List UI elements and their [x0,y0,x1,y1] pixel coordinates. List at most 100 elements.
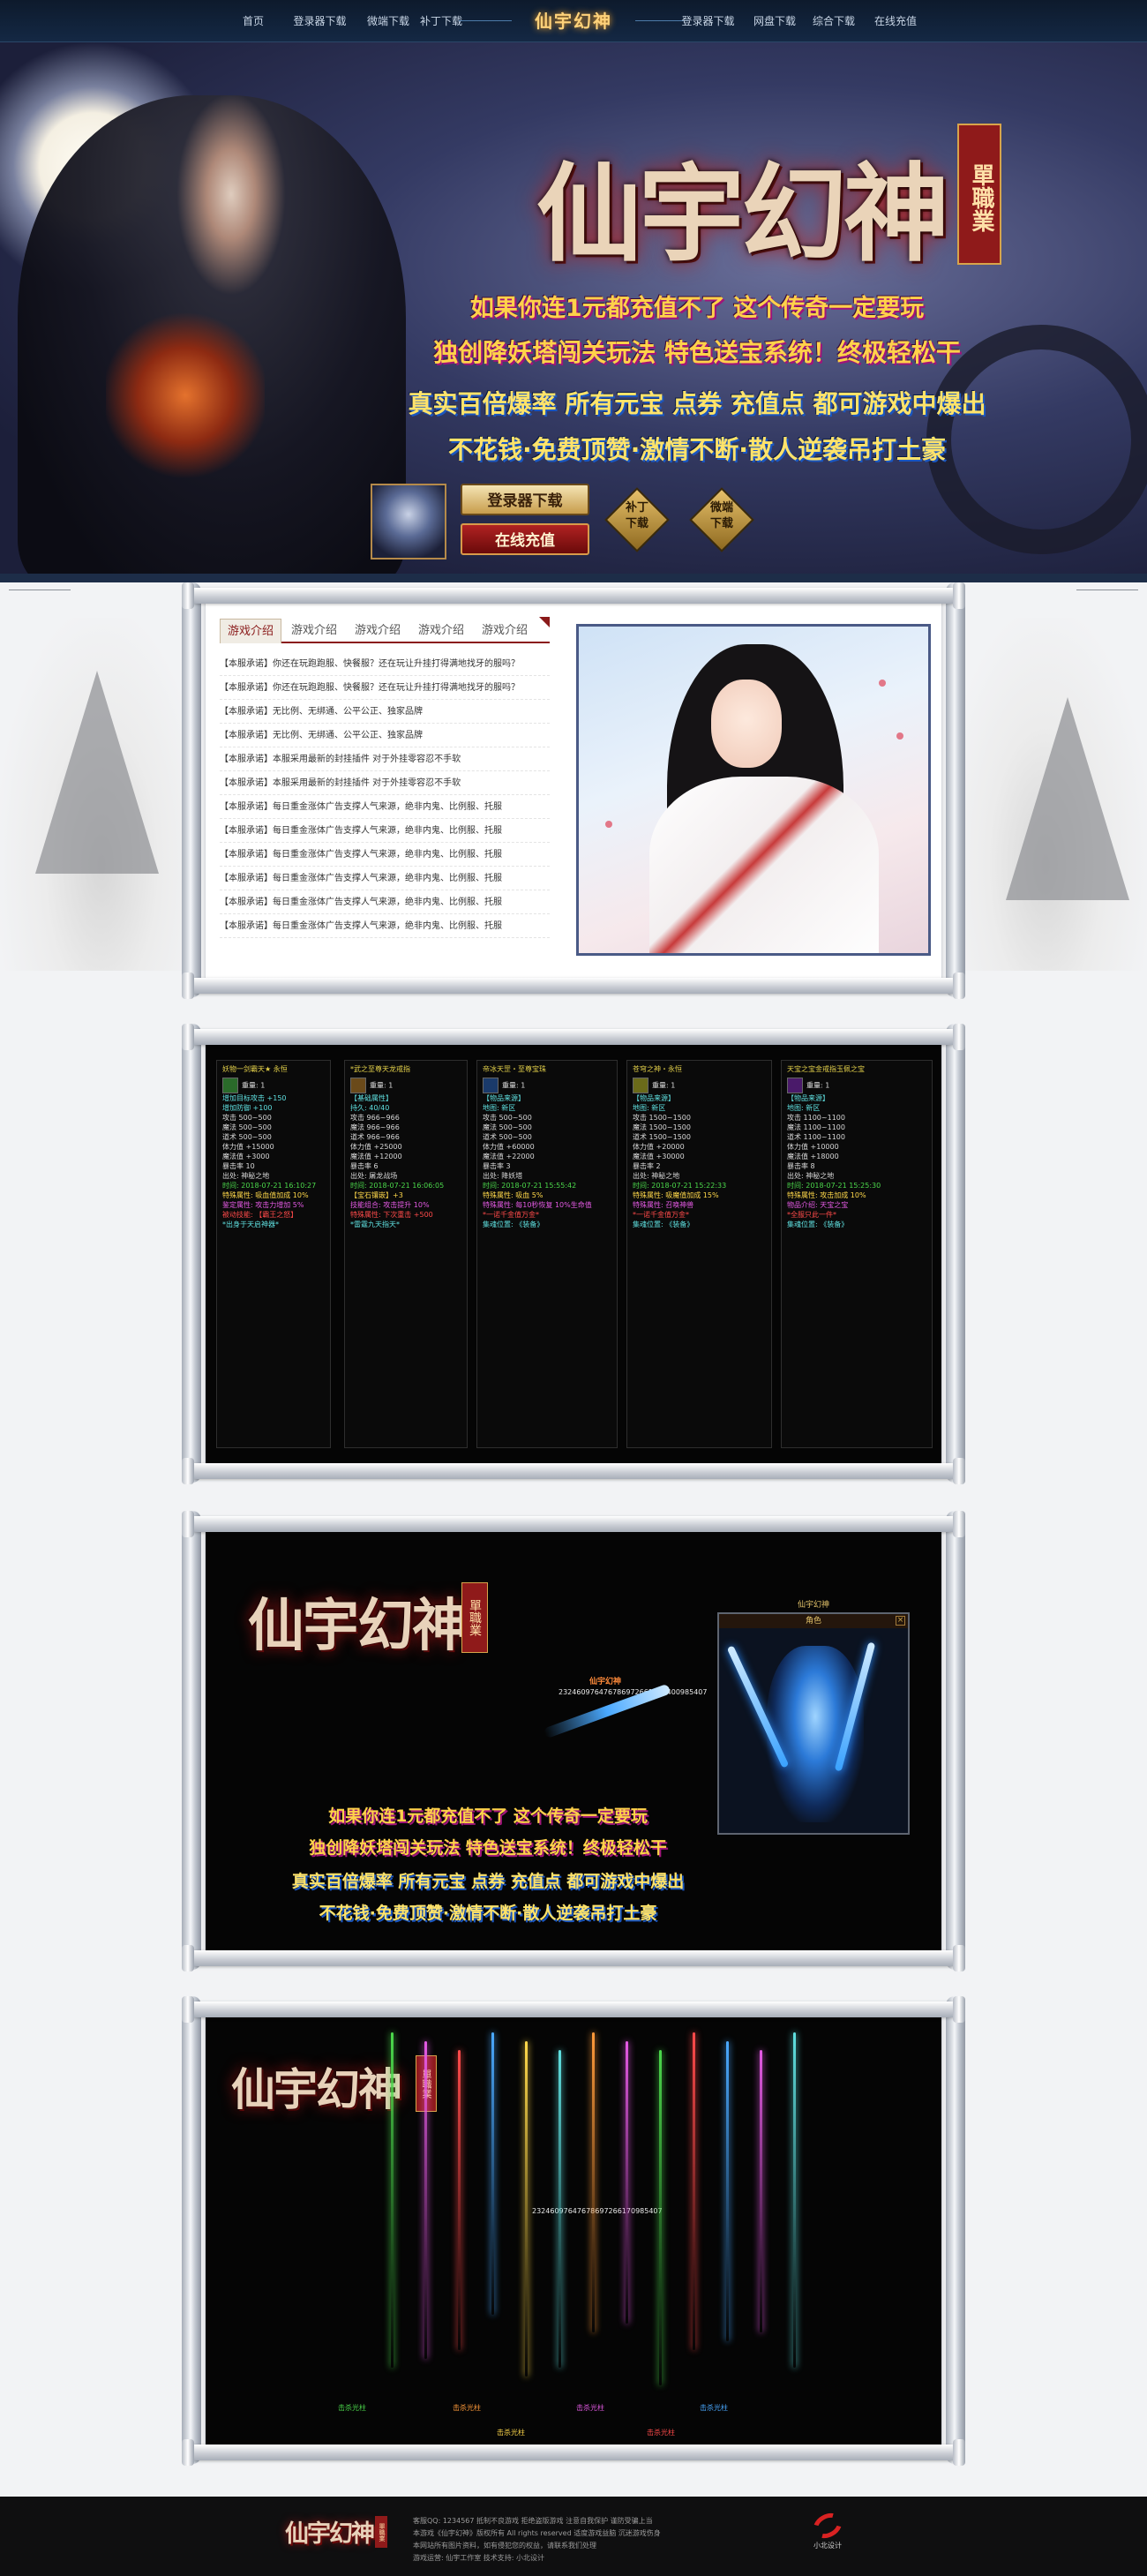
item-stat-line: 体力值 +25000 [350,1143,402,1151]
microclient-download-button[interactable]: 微端 下载 [689,487,754,552]
item-stat-line: 攻击 966~966 [350,1114,400,1122]
scroll-pole-left [182,1024,201,1483]
light-beam-effect [760,2050,762,2332]
scroll-rod-bottom [182,1458,965,1484]
item-stat-line: 魔法 1100~1100 [787,1123,845,1131]
nav-netdisk-download[interactable]: 网盘下载 [748,0,801,42]
heroine-portrait [576,624,931,956]
item-tail-line: 时间: 2018-07-21 15:25:30 [787,1182,881,1190]
scroll-rod-bottom [182,973,965,999]
news-item[interactable]: 【本服承诺】无比例、无绑通、公平公正、独家品牌 [220,724,550,747]
item-extra-line: 地图: 新区 [483,1104,516,1112]
item-stat-line: 魔法 500~500 [483,1123,532,1131]
launcher-download-button[interactable]: 登录器下载 [461,484,589,515]
item-stat-line: 体力值 +20000 [633,1143,685,1151]
light-beam-effect [659,2050,662,2385]
item-cards: 妖物一剑霸天★ 永恒 重量: 1 增加目标攻击 +150 增加防御 +100 攻击 50… [216,1060,933,1448]
nav-logo[interactable]: 仙宇幻神 [512,4,635,39]
item-stat-line: 魔法 500~500 [222,1123,272,1131]
item-card: 妖物一剑霸天★ 永恒 重量: 1 增加目标攻击 +150 增加防御 +100 攻击 50… [216,1060,331,1448]
designer-brand[interactable]: 小北设计 [801,2508,854,2558]
online-recharge-button[interactable]: 在线充值 [461,523,589,555]
nav-microclient-download[interactable]: 微端下载 [362,0,415,42]
promo-seal: 單職業 [461,1582,488,1653]
news-item[interactable]: 【本服承诺】每日重金涨体广告支撑人气来源，绝非内鬼、比例服、托服 [220,914,550,938]
light-beam-effect [726,2041,729,2341]
item-title: 妖物一剑霸天★ 永恒 [222,1065,288,1073]
item-stat-line: 道术 966~966 [350,1133,400,1141]
petal [605,821,612,828]
item-stat-line: 体力值 +15000 [222,1143,274,1151]
tab-game-intro-3[interactable]: 游戏介绍 [347,619,409,643]
hero-avatar [371,484,446,560]
item-stat-line: 暴击率 8 [787,1162,815,1170]
nav-launcher-download[interactable]: 登录器下载 [287,0,353,42]
petal [879,680,886,687]
patch-download-button[interactable]: 补丁 下载 [604,487,670,552]
item-tail-line: 时间: 2018-07-21 15:22:33 [633,1182,727,1190]
tab-game-intro-5[interactable]: 游戏介绍 [474,619,536,643]
news-item[interactable]: 【本服承诺】无比例、无绑通、公平公正、独家品牌 [220,700,550,724]
item-title: *武之至尊天龙戒指 [350,1065,410,1073]
nav-online-recharge[interactable]: 在线充值 [869,0,922,42]
item-tail-line: 出处: 降妖塔 [483,1172,523,1180]
news-item[interactable]: 【本服承诺】每日重金涨体广告支撑人气来源，绝非内鬼、比例服、托服 [220,843,550,867]
effect-label: 击杀光柱 [338,2404,366,2412]
promo-nametag: 仙宇幻神 [589,1678,622,1686]
scroll-pole-left [182,582,201,997]
tab-game-intro-1[interactable]: 游戏介绍 [220,619,281,643]
effects-paper: 仙宇幻神 單職業 23246097647678697266170985407 击… [205,2014,942,2446]
nav-launcher-download-2[interactable]: 登录器下载 [675,0,741,42]
close-icon[interactable]: × [896,1616,905,1626]
item-tail-line: 【宝石镶嵌】+3 [350,1191,403,1199]
item-extra-line: 【基础属性】 [350,1094,393,1102]
nav-home[interactable]: 首页 [231,0,275,42]
hero-seal: 單職業 [957,124,1001,265]
item-tail-line: *出身于天启神器* [222,1220,279,1228]
item-icon [633,1078,648,1093]
item-stat-line: 魔法 1500~1500 [633,1123,691,1131]
item-tail-line: 特殊属性: 吸魔值加成 15% [633,1191,719,1199]
item-icon [222,1078,238,1093]
effect-label: 击杀光柱 [647,2429,675,2437]
item-stat-line: 魔法值 +30000 [633,1153,685,1160]
item-title: 苍穹之神・永恒 [633,1065,682,1073]
item-tail-line: 出处: 屠龙战场 [350,1172,398,1180]
light-beam-effect [559,2050,561,2368]
news-item[interactable]: 【本服承诺】你还在玩跑跑服、快餐服？还在玩让升挂打得满地找牙的服吗？ [220,676,550,700]
light-beam-effect [458,2050,461,2350]
light-beam-effect [592,2032,595,2332]
item-tail-line: 物品介绍: 天宝之宝 [787,1201,849,1209]
item-stat-line: 魔法值 +3000 [222,1153,270,1160]
news-item[interactable]: 【本服承诺】本服采用最新的封挂插件 对于外挂零容忍不手软 [220,771,550,795]
news-item[interactable]: 【本服承诺】每日重金涨体广告支撑人气来源，绝非内鬼、比例服、托服 [220,795,550,819]
news-item[interactable]: 【本服承诺】每日重金涨体广告支撑人气来源，绝非内鬼、比例服、托服 [220,890,550,914]
item-tail-line: 时间: 2018-07-21 15:55:42 [483,1182,577,1190]
hero-game-title: 仙宇幻神 [536,152,949,276]
promo-slogan-1: 如果你连1元都充值不了 这个传奇一定要玩 [328,1806,648,1826]
tab-game-intro-4[interactable]: 游戏介绍 [410,619,472,643]
item-stat-line: 暴击率 6 [350,1162,379,1170]
news-item[interactable]: 【本服承诺】每日重金涨体广告支撑人气来源，绝非内鬼、比例服、托服 [220,819,550,843]
footer-text-line: 本网站所有图片资料，如有侵犯您的权益，请联系我们处理 [413,2542,596,2550]
news-item[interactable]: 【本服承诺】每日重金涨体广告支撑人气来源，绝非内鬼、比例服、托服 [220,867,550,890]
item-extra-line: 【物品来源】 [787,1094,829,1102]
news-item[interactable]: 【本服承诺】本服采用最新的封挂插件 对于外挂零容忍不手软 [220,747,550,771]
items-scroll-panel: 妖物一剑霸天★ 永恒 重量: 1 增加目标攻击 +150 增加防御 +100 攻击 50… [182,1024,965,1484]
item-tail-line: 集魂位置: 《装备》 [787,1220,849,1228]
nav-all-downloads[interactable]: 综合下载 [807,0,860,42]
patch-label-1: 补丁 [625,501,648,514]
light-beam-effect [793,2032,796,2368]
promo-slogan-4: 不花钱·免费顶赞·激情不断·散人逆袭吊打土豪 [319,1904,657,1923]
item-stat-line: 暴击率 3 [483,1162,511,1170]
character-window-title: 角色 [719,1614,908,1628]
item-tail-line: 集魂位置: 《装备》 [483,1220,544,1228]
item-tail-line: 特殊属性: 攻击加成 10% [787,1191,866,1199]
item-tail-line: 集魂位置: 《装备》 [633,1220,694,1228]
nav-patch-download[interactable]: 补丁下载 [415,0,468,42]
patch-label-2: 下载 [625,517,648,530]
tab-game-intro-2[interactable]: 游戏介绍 [283,619,345,643]
news-item[interactable]: 【本服承诺】你还在玩跑跑服、快餐服？还在玩让升挂打得满地找牙的服吗？ [220,652,550,676]
item-tail-line: 特殊属性: 每10秒恢复 10%生命值 [483,1201,592,1209]
item-tail-line: 出处: 神秘之地 [222,1172,270,1180]
